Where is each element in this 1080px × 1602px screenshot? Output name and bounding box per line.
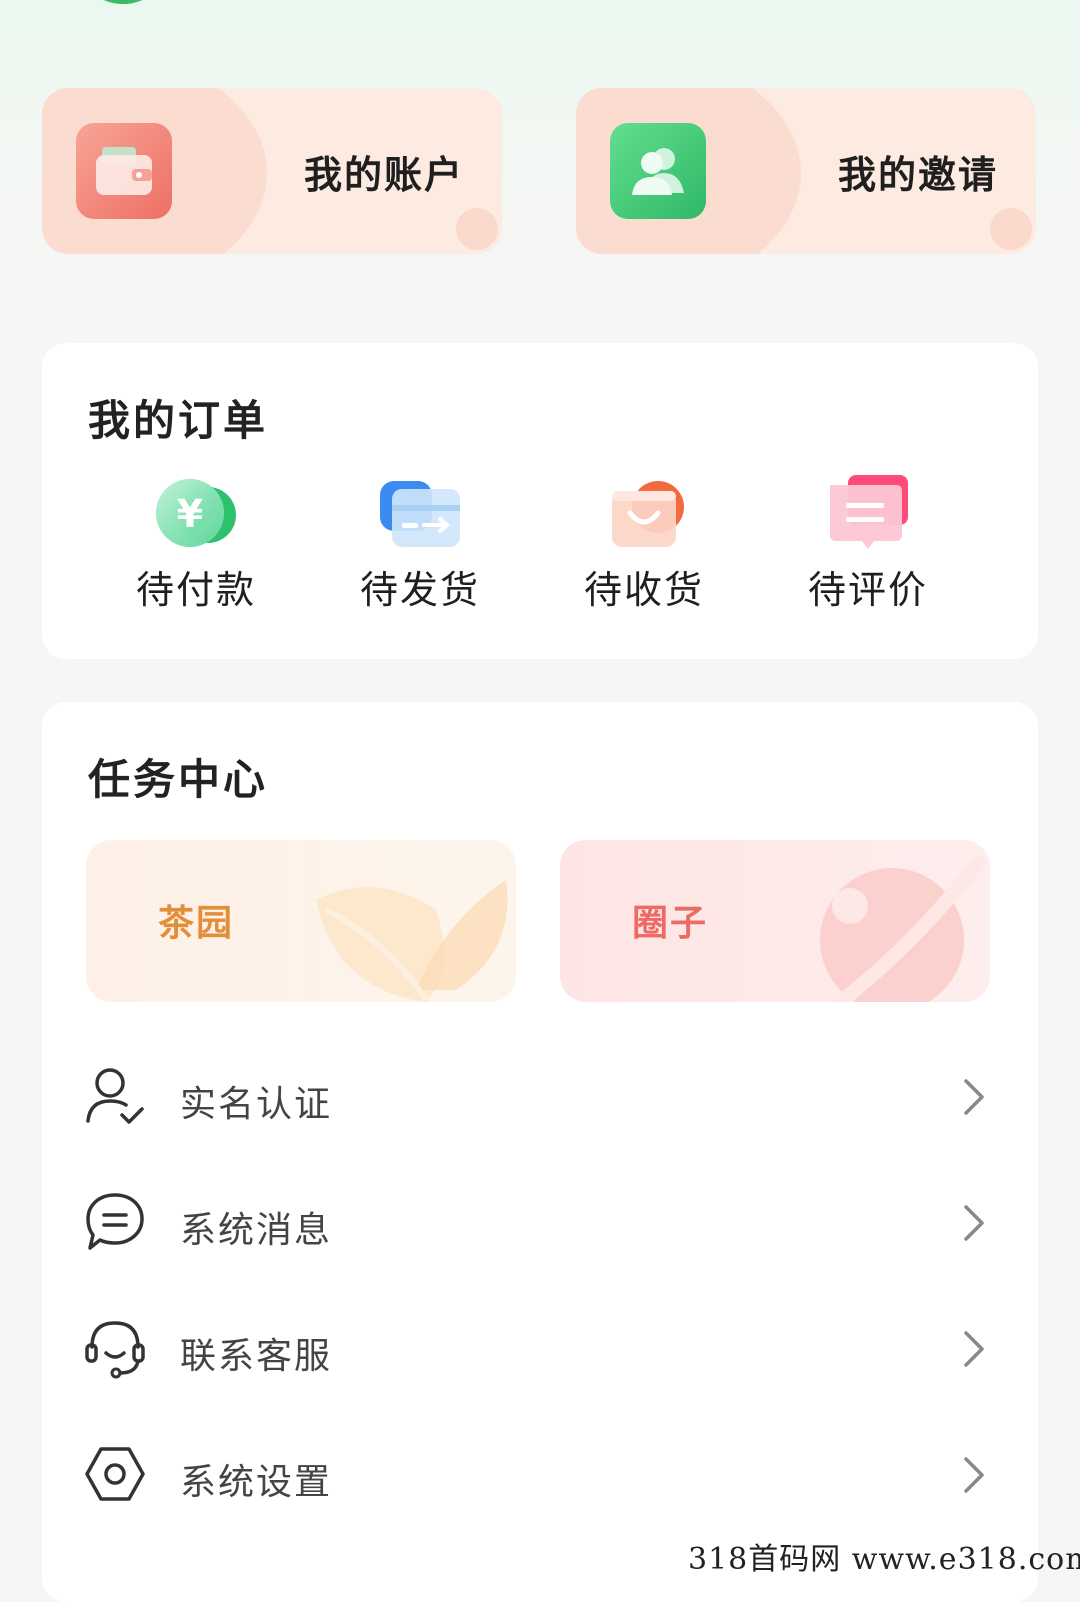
circle-label: 圈子 xyxy=(632,903,709,944)
order-label: 待发货 xyxy=(359,568,480,612)
tea-garden-label: 茶园 xyxy=(158,903,235,944)
chevron-right-icon xyxy=(964,1205,984,1241)
settings-icon xyxy=(85,1447,145,1501)
user-verify-icon xyxy=(86,1068,144,1124)
my-invite-card[interactable]: 我的邀请 xyxy=(576,88,1036,254)
headset-icon xyxy=(85,1321,145,1379)
card-decoration-dot xyxy=(990,208,1032,250)
comment-bubble-icon xyxy=(818,473,918,553)
users-icon xyxy=(610,123,706,219)
svg-text:¥: ¥ xyxy=(177,492,203,536)
orders-panel: 我的订单 ¥ 待付款 待发货 待收货 待评价 xyxy=(42,343,1038,659)
my-account-label: 我的账户 xyxy=(303,153,464,197)
menu-label: 系统消息 xyxy=(180,1210,333,1251)
watermark: 318首码网 www.e318.com xyxy=(688,1542,1080,1577)
shipping-card-icon xyxy=(370,473,470,553)
chevron-right-icon xyxy=(964,1457,984,1493)
orders-title: 我的订单 xyxy=(88,396,269,445)
order-pending-payment[interactable]: ¥ 待付款 xyxy=(96,473,296,623)
my-invite-label: 我的邀请 xyxy=(837,153,998,197)
yen-coin-icon: ¥ xyxy=(146,473,246,553)
order-pending-receipt[interactable]: 待收货 xyxy=(544,473,744,623)
circle-card[interactable]: 圈子 xyxy=(560,840,990,1002)
wallet-icon xyxy=(76,123,172,219)
chevron-right-icon xyxy=(964,1079,984,1115)
menu-row-real-name[interactable]: 实名认证 xyxy=(42,1047,1038,1147)
order-label: 待付款 xyxy=(135,568,256,612)
tea-garden-card[interactable]: 茶园 xyxy=(86,840,516,1002)
menu-row-customer-service[interactable]: 联系客服 xyxy=(42,1299,1038,1399)
order-label: 待评价 xyxy=(807,568,928,612)
message-icon xyxy=(86,1193,144,1250)
menu-label: 系统设置 xyxy=(180,1462,333,1503)
order-label: 待收货 xyxy=(583,568,704,612)
shopping-bag-icon xyxy=(594,473,694,553)
order-pending-shipment[interactable]: 待发货 xyxy=(320,473,520,623)
menu-label: 实名认证 xyxy=(180,1084,333,1125)
task-center-panel: 任务中心 茶园 圈子 实名认证 系统消息 联系客服 系统设置 xyxy=(42,702,1038,1602)
task-center-title: 任务中心 xyxy=(88,755,269,804)
card-decoration-dot xyxy=(456,208,498,250)
menu-row-system-settings[interactable]: 系统设置 xyxy=(42,1425,1038,1525)
chevron-right-icon xyxy=(964,1331,984,1367)
order-pending-review[interactable]: 待评价 xyxy=(768,473,968,623)
menu-row-system-messages[interactable]: 系统消息 xyxy=(42,1173,1038,1273)
planet-icon xyxy=(820,853,988,1002)
menu-label: 联系客服 xyxy=(180,1336,333,1377)
my-account-card[interactable]: 我的账户 xyxy=(42,88,502,254)
tea-leaf-icon xyxy=(316,880,508,1002)
